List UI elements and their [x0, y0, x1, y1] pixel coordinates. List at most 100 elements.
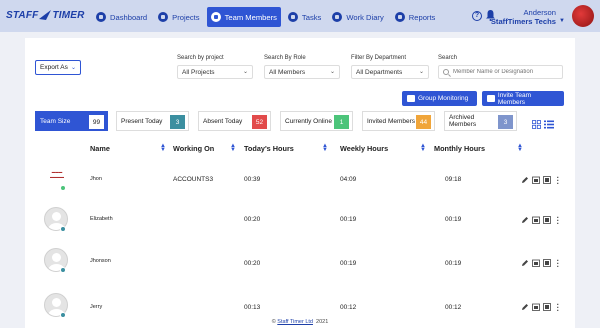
- calendar-icon[interactable]: [532, 303, 540, 311]
- group-icon: [407, 95, 415, 102]
- stat-team-size[interactable]: Team Size 99: [35, 111, 108, 131]
- search-box[interactable]: [438, 65, 563, 79]
- calendar-icon[interactable]: [532, 176, 540, 184]
- member-name[interactable]: Jhonson: [90, 258, 111, 264]
- table-row[interactable]: [36, 285, 566, 319]
- role-select[interactable]: All Members ⌄: [264, 65, 340, 79]
- more-options-icon[interactable]: · · ·: [556, 301, 560, 315]
- stat-absent-today[interactable]: Absent Today 52: [198, 111, 271, 131]
- invite-members-button[interactable]: Invite Team Members: [482, 91, 564, 106]
- list-view-icon[interactable]: [544, 120, 554, 129]
- edit-icon[interactable]: [521, 303, 529, 311]
- invite-members-label: Invite Team Members: [497, 91, 532, 106]
- user-org[interactable]: StaffTimers Techs: [488, 17, 556, 26]
- grid-view-icon[interactable]: [532, 120, 541, 129]
- table-row[interactable]: [36, 196, 566, 246]
- nav-reports[interactable]: Reports: [391, 7, 440, 27]
- sort-icon[interactable]: ▲ ▼: [420, 143, 426, 153]
- more-options-icon[interactable]: · · ·: [556, 174, 560, 188]
- footer-year: 2021: [316, 319, 329, 325]
- status-dot: [60, 267, 66, 273]
- search-input[interactable]: [453, 69, 558, 75]
- report-icon[interactable]: [543, 303, 551, 311]
- column-header-monthly-hours[interactable]: Monthly Hours: [434, 144, 485, 153]
- sort-icon[interactable]: ▲ ▼: [517, 143, 523, 153]
- edit-icon[interactable]: [521, 216, 529, 224]
- column-header-weekly-hours[interactable]: Weekly Hours: [340, 144, 388, 153]
- edit-icon[interactable]: [521, 176, 529, 184]
- calendar-icon[interactable]: [532, 259, 540, 267]
- reports-icon: [394, 12, 405, 22]
- brand-name-part2: TIMER: [52, 9, 85, 21]
- brand-logo[interactable]: STAFF TIMER: [6, 9, 85, 21]
- column-header-working-on[interactable]: Working On: [173, 144, 214, 153]
- stat-value: 3: [170, 115, 185, 129]
- stat-label: Team Size: [40, 117, 71, 125]
- member-monthly-hours: 00:12: [445, 304, 462, 311]
- table-row[interactable]: [36, 240, 566, 290]
- column-header-today-hours[interactable]: Today's Hours: [244, 144, 294, 153]
- team-icon: [210, 12, 221, 22]
- nav-label: Dashboard: [110, 12, 148, 22]
- user-avatar[interactable]: [572, 5, 594, 27]
- report-icon[interactable]: [543, 216, 551, 224]
- member-name[interactable]: Jhon: [90, 176, 102, 182]
- member-name[interactable]: Jerry: [90, 304, 102, 310]
- stat-invited-members[interactable]: Invited Members 44: [362, 111, 435, 131]
- nav-work-diary[interactable]: Work Diary: [328, 7, 387, 27]
- nav-dashboard[interactable]: Dashboard: [92, 7, 151, 27]
- sort-icon[interactable]: ▲ ▼: [160, 143, 166, 153]
- report-icon[interactable]: [543, 259, 551, 267]
- tasks-icon: [287, 12, 298, 22]
- project-select[interactable]: All Projects ⌄: [177, 65, 253, 79]
- search-label: Search: [438, 55, 458, 61]
- department-select[interactable]: All Departments ⌄: [351, 65, 429, 79]
- member-today-hours: 00:39: [244, 176, 261, 183]
- sort-icon[interactable]: ▲ ▼: [230, 143, 236, 153]
- member-name[interactable]: Elizabeth: [90, 216, 113, 222]
- export-as-dropdown[interactable]: Export As ⌄: [35, 60, 81, 75]
- role-filter-label: Search By Role: [264, 55, 306, 61]
- status-dot: [60, 226, 66, 232]
- logo-mark-icon: [39, 10, 52, 20]
- main-nav: Dashboard Projects Team Members Tasks Wo…: [92, 7, 442, 27]
- user-name[interactable]: Anderson: [498, 8, 556, 17]
- member-weekly-hours: 00:19: [340, 216, 357, 223]
- more-options-icon[interactable]: · · ·: [556, 214, 560, 228]
- stat-archived-members[interactable]: Archived Members 3: [444, 111, 517, 131]
- sort-icon[interactable]: ▲ ▼: [322, 143, 328, 153]
- calendar-icon[interactable]: [532, 216, 540, 224]
- nav-label: Work Diary: [346, 12, 384, 22]
- member-monthly-hours: 00:19: [445, 260, 462, 267]
- chevron-down-icon[interactable]: ▼: [559, 18, 565, 24]
- help-icon[interactable]: ?: [472, 11, 482, 21]
- nav-label: Projects: [172, 12, 200, 22]
- stat-label: Currently Online: [285, 117, 332, 125]
- member-monthly-hours: 09:18: [445, 176, 462, 183]
- export-label: Export As: [40, 64, 68, 71]
- footer-company-link[interactable]: Staff Timer Ltd: [277, 319, 313, 325]
- project-filter-label: Search by project: [177, 55, 224, 61]
- projects-icon: [158, 12, 169, 22]
- stat-value: 52: [252, 115, 267, 129]
- nav-team-members[interactable]: Team Members: [206, 7, 281, 27]
- chevron-down-icon: ⌄: [329, 69, 335, 75]
- column-header-name[interactable]: Name: [90, 144, 110, 153]
- role-select-value: All Members: [269, 68, 306, 76]
- diary-icon: [332, 12, 343, 22]
- stat-label: Invited Members: [367, 117, 416, 125]
- stat-present-today[interactable]: Present Today 3: [116, 111, 189, 131]
- stat-value: 1: [334, 115, 349, 129]
- group-monitoring-button[interactable]: Group Monitoring: [402, 91, 477, 106]
- nav-tasks[interactable]: Tasks: [284, 7, 325, 27]
- chevron-down-icon: ⌄: [70, 65, 76, 71]
- report-icon[interactable]: [543, 176, 551, 184]
- more-options-icon[interactable]: · · ·: [556, 257, 560, 271]
- search-icon: [443, 69, 449, 75]
- department-select-value: All Departments: [356, 68, 403, 76]
- status-dot: [60, 185, 66, 191]
- nav-projects[interactable]: Projects: [154, 7, 203, 27]
- stat-currently-online[interactable]: Currently Online 1: [280, 111, 353, 131]
- nav-label: Tasks: [301, 12, 322, 22]
- edit-icon[interactable]: [521, 259, 529, 267]
